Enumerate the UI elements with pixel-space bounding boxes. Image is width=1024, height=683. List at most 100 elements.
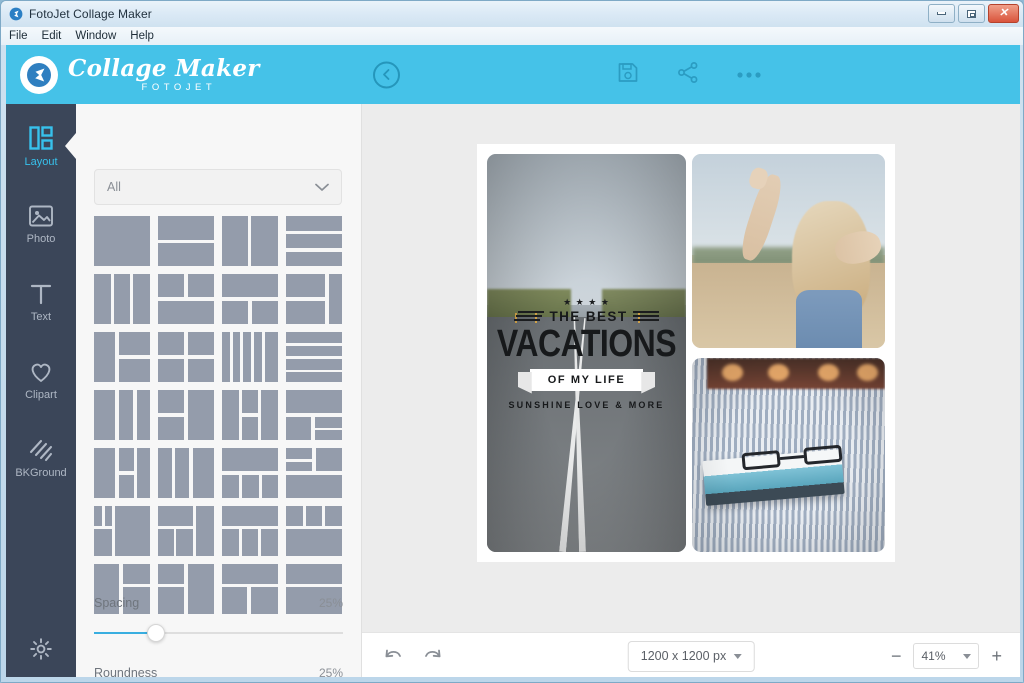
layout-thumbnail-9[interactable]	[94, 332, 150, 382]
layout-thumbnail-11[interactable]	[222, 332, 278, 382]
layout-cell	[286, 372, 342, 382]
layout-thumbnail-22[interactable]	[158, 506, 214, 556]
layout-cell	[286, 390, 342, 413]
layout-thumbnail-10[interactable]	[158, 332, 214, 382]
sidebar-item-label: Clipart	[25, 388, 57, 401]
layout-thumbnail-2[interactable]	[158, 216, 214, 266]
layout-cell	[196, 506, 214, 556]
layout-cell	[286, 474, 342, 498]
layout-cell	[94, 506, 102, 526]
more-button[interactable]	[736, 66, 762, 84]
layout-cell	[222, 216, 248, 266]
canvas-size-value: 1200 x 1200 px	[640, 649, 727, 663]
chevron-down-icon	[733, 653, 742, 659]
spacing-slider-track[interactable]	[94, 624, 343, 642]
photo-icon	[29, 205, 53, 226]
layout-cell	[187, 274, 214, 297]
layout-thumbnail-1[interactable]	[94, 216, 150, 266]
bkground-icon	[29, 439, 53, 461]
layout-thumbnail-7[interactable]	[222, 274, 278, 324]
layout-cell	[118, 474, 135, 498]
layout-cell	[253, 332, 262, 382]
layout-thumbnail-13[interactable]	[94, 390, 150, 440]
back-icon	[383, 69, 390, 80]
layout-cell	[222, 274, 278, 297]
collage-cell-woman[interactable]	[692, 154, 885, 348]
layout-thumbnail-15[interactable]	[222, 390, 278, 440]
layout-cell	[264, 332, 278, 382]
window-controls: ✕	[928, 4, 1019, 23]
layout-cell	[286, 300, 326, 324]
logo-mark-icon	[20, 56, 58, 94]
layout-cell	[222, 564, 278, 584]
layout-cell	[158, 216, 214, 240]
maximize-button[interactable]	[958, 4, 985, 23]
layout-cell	[187, 390, 214, 440]
layout-thumbnail-23[interactable]	[222, 506, 278, 556]
brand-name: Collage Maker	[68, 55, 260, 82]
back-button[interactable]	[373, 61, 400, 88]
layout-thumbnail-18[interactable]	[158, 448, 214, 498]
layout-thumbnail-20[interactable]	[286, 448, 342, 498]
layout-cell	[158, 506, 193, 526]
save-icon	[618, 62, 638, 82]
layout-cell	[222, 474, 239, 498]
close-button[interactable]: ✕	[988, 4, 1019, 23]
layout-cell	[94, 274, 111, 324]
gear-icon	[30, 638, 52, 660]
layout-thumbnail-19[interactable]	[222, 448, 278, 498]
sidebar-item-text[interactable]: Text	[6, 266, 76, 338]
undo-icon[interactable]	[382, 647, 404, 665]
layout-cell	[158, 274, 185, 297]
layout-thumbnail-16[interactable]	[286, 390, 342, 440]
layout-thumbnail-4[interactable]	[286, 216, 342, 266]
layout-thumbnail-5[interactable]	[94, 274, 150, 324]
sidebar: Layout Photo Text Clipart BKGround	[6, 104, 76, 679]
layout-cell	[315, 448, 342, 471]
layout-thumbnail-12[interactable]	[286, 332, 342, 382]
close-icon: ✕	[998, 7, 1009, 19]
menu-item-file[interactable]: File	[9, 30, 28, 42]
layout-cell	[158, 332, 185, 355]
layout-cell	[328, 274, 342, 324]
settings-button[interactable]	[6, 637, 76, 661]
layout-cell	[158, 390, 185, 413]
layout-cell	[222, 529, 239, 556]
canvas-area[interactable]: ★ ★ ★ ★ THE BEST VACATIONS OF MY LIFE SU…	[362, 104, 1020, 632]
layout-cell	[305, 506, 323, 526]
collage-canvas[interactable]: ★ ★ ★ ★ THE BEST VACATIONS OF MY LIFE SU…	[477, 144, 895, 562]
sidebar-item-bkground[interactable]: BKGround	[6, 422, 76, 494]
collage-cell-road[interactable]: ★ ★ ★ ★ THE BEST VACATIONS OF MY LIFE SU…	[487, 154, 686, 552]
layout-thumbnail-14[interactable]	[158, 390, 214, 440]
layout-thumbnail-21[interactable]	[94, 506, 150, 556]
stars-decoration: ★ ★ ★ ★	[563, 296, 610, 307]
menu-item-edit[interactable]: Edit	[42, 30, 62, 42]
spacing-slider-knob[interactable]	[147, 624, 166, 642]
minimize-button[interactable]	[928, 4, 955, 23]
layout-thumbnail-3[interactable]	[222, 216, 278, 266]
zoom-level-dropdown[interactable]: 41%	[913, 643, 980, 669]
sidebar-item-layout[interactable]: Layout	[6, 110, 76, 182]
canvas-size-dropdown[interactable]: 1200 x 1200 px	[627, 640, 755, 672]
fotojet-logo-icon	[9, 7, 23, 21]
collage-cell-book[interactable]	[692, 358, 885, 552]
zoom-out-button[interactable]: −	[891, 647, 902, 665]
redo-icon[interactable]	[422, 647, 444, 665]
layout-filter-dropdown[interactable]: All	[94, 169, 342, 205]
layout-thumbnail-6[interactable]	[158, 274, 214, 324]
sidebar-item-clipart[interactable]: Clipart	[6, 344, 76, 416]
layout-cell	[286, 416, 312, 440]
share-button[interactable]	[676, 60, 700, 89]
menu-item-help[interactable]: Help	[130, 30, 154, 42]
menu-item-window[interactable]: Window	[75, 30, 116, 42]
layout-thumbnail-8[interactable]	[286, 274, 342, 324]
layout-cell	[251, 216, 278, 266]
layout-cell	[94, 448, 116, 498]
layout-thumbnail-24[interactable]	[286, 506, 342, 556]
zoom-in-button[interactable]: +	[991, 647, 1002, 665]
sidebar-item-photo[interactable]: Photo	[6, 188, 76, 260]
save-button[interactable]	[616, 60, 640, 89]
layout-thumbnail-17[interactable]	[94, 448, 150, 498]
bottom-bar: 1200 x 1200 px − 41% +	[362, 632, 1020, 679]
chevron-down-icon	[315, 183, 329, 191]
